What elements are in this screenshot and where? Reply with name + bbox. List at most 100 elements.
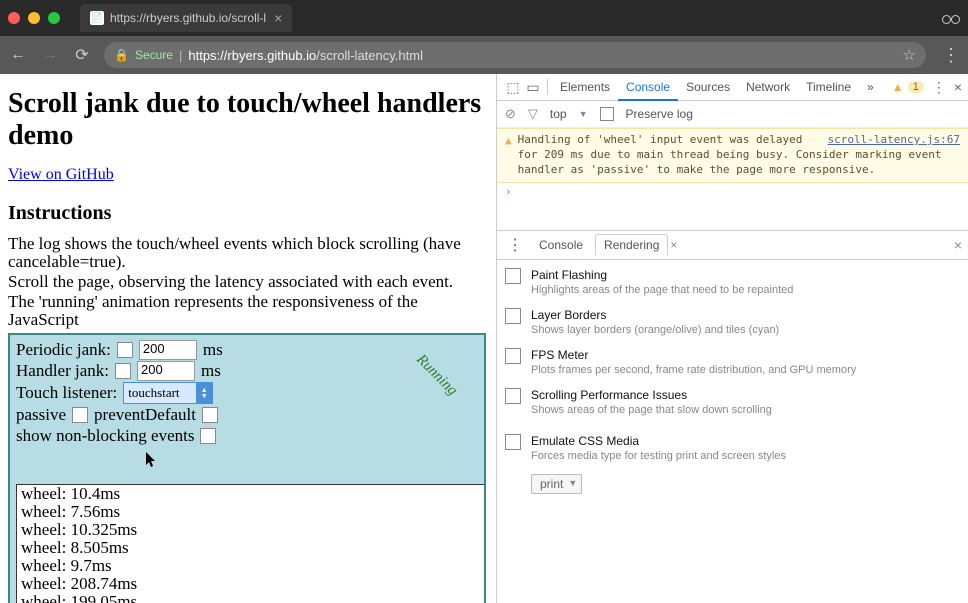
scrolling-issues-label: Scrolling Performance Issues [531, 388, 772, 402]
url-divider: | [179, 48, 182, 63]
periodic-jank-checkbox[interactable] [117, 342, 133, 358]
drawer-tab-console[interactable]: Console [531, 234, 591, 256]
address-bar[interactable]: 🔒 Secure | https://rbyers.github.io/scro… [104, 42, 926, 68]
tab-close-button[interactable]: × [274, 10, 282, 26]
drawer-menu-button[interactable]: ⋮ [507, 235, 523, 255]
layer-borders-desc: Shows layer borders (orange/olive) and t… [531, 324, 779, 336]
ms-label: ms [203, 340, 223, 360]
scrolling-issues-checkbox[interactable] [505, 388, 521, 404]
minimize-window-button[interactable] [28, 12, 40, 24]
context-selector[interactable]: top [550, 107, 567, 121]
show-nonblocking-label: show non-blocking events [16, 426, 194, 446]
passive-label: passive [16, 405, 66, 425]
close-window-button[interactable] [8, 12, 20, 24]
tab-network[interactable]: Network [738, 75, 798, 99]
page-content: Scroll jank due to touch/wheel handlers … [0, 74, 496, 603]
chevron-down-icon: ▼ [568, 478, 577, 488]
log-line: wheel: 10.4ms [21, 485, 483, 503]
preventdefault-checkbox[interactable] [202, 407, 218, 423]
paint-flashing-desc: Highlights areas of the page that need t… [531, 284, 793, 296]
tabs-overflow-icon[interactable]: » [859, 75, 882, 99]
console-prompt[interactable]: › [497, 183, 968, 200]
tab-elements[interactable]: Elements [552, 75, 618, 99]
console-filter-bar: ⊘ ▽ top ▼ Preserve log [497, 101, 968, 128]
preserve-log-checkbox[interactable] [600, 107, 614, 121]
layer-borders-label: Layer Borders [531, 308, 779, 322]
log-line: wheel: 199.05ms [21, 593, 483, 603]
instructions-line: The 'running' animation represents the r… [8, 293, 488, 329]
console-source-link[interactable]: scroll-latency.js:67 [828, 133, 960, 148]
log-line: wheel: 7.56ms [21, 503, 483, 521]
paint-flashing-checkbox[interactable] [505, 268, 521, 284]
instructions-heading: Instructions [8, 202, 488, 225]
inspect-element-icon[interactable]: ⬚ [503, 79, 523, 96]
touch-listener-select[interactable]: touchstart ▲▼ [123, 382, 213, 404]
browser-tab[interactable]: 📄 https://rbyers.github.io/scroll-l × [80, 4, 292, 32]
periodic-jank-label: Periodic jank: [16, 340, 111, 360]
emulate-css-media-checkbox[interactable] [505, 434, 521, 450]
tab-sources[interactable]: Sources [678, 75, 738, 99]
instructions-line: Scroll the page, observing the latency a… [8, 273, 488, 291]
periodic-jank-input[interactable]: 200 [139, 340, 197, 360]
fps-meter-checkbox[interactable] [505, 348, 521, 364]
drawer-tabbar: ⋮ Console Rendering × × [497, 231, 968, 260]
filter-icon[interactable]: ▽ [528, 106, 538, 122]
github-link[interactable]: View on GitHub [8, 166, 114, 183]
browser-menu-button[interactable]: ⋮ [942, 45, 960, 66]
tab-title: https://rbyers.github.io/scroll-l [110, 11, 266, 25]
fps-meter-label: FPS Meter [531, 348, 856, 362]
separator [547, 79, 548, 95]
show-nonblocking-checkbox[interactable] [200, 428, 216, 444]
page-title: Scroll jank due to touch/wheel handlers … [8, 88, 488, 152]
devtools-close-button[interactable]: × [954, 79, 962, 95]
emulate-css-media-desc: Forces media type for testing print and … [531, 450, 786, 462]
devtools-drawer: ⋮ Console Rendering × × Paint Flashing H… [497, 230, 968, 603]
rendering-panel: Paint Flashing Highlights areas of the p… [497, 260, 968, 603]
maximize-window-button[interactable] [48, 12, 60, 24]
tab-timeline[interactable]: Timeline [798, 75, 859, 99]
url-text: https://rbyers.github.io/scroll-latency.… [188, 48, 423, 63]
reload-button[interactable]: ⟳ [72, 45, 92, 65]
log-line: wheel: 9.7ms [21, 557, 483, 575]
layer-borders-checkbox[interactable] [505, 308, 521, 324]
warning-icon: ▲ [505, 134, 512, 178]
paint-flashing-label: Paint Flashing [531, 268, 793, 282]
toolbar: ← → ⟳ 🔒 Secure | https://rbyers.github.i… [0, 36, 968, 74]
bookmark-star-icon[interactable]: ☆ [903, 46, 916, 64]
drawer-close-button[interactable]: × [954, 237, 962, 253]
lock-icon: 🔒 [114, 48, 129, 62]
drawer-tab-rendering[interactable]: Rendering [595, 234, 668, 256]
forward-button[interactable]: → [40, 46, 60, 64]
emulate-css-media-label: Emulate CSS Media [531, 434, 786, 448]
scrolling-issues-desc: Shows areas of the page that slow down s… [531, 404, 772, 416]
warning-badge[interactable]: ▲ 1 [892, 80, 924, 94]
log-line: wheel: 10.325ms [21, 521, 483, 539]
drawer-tab-close-icon[interactable]: × [670, 238, 677, 252]
clear-console-icon[interactable]: ⊘ [505, 106, 516, 122]
preventdefault-label: preventDefault [94, 405, 196, 425]
warning-icon: ▲ [892, 80, 904, 94]
handler-jank-checkbox[interactable] [115, 363, 131, 379]
back-button[interactable]: ← [8, 46, 28, 64]
preserve-log-label: Preserve log [626, 107, 693, 121]
handler-jank-label: Handler jank: [16, 361, 109, 381]
content-split: Scroll jank due to touch/wheel handlers … [0, 74, 968, 603]
log-line: wheel: 208.74ms [21, 575, 483, 593]
log-line: wheel: 8.505ms [21, 539, 483, 557]
css-media-select[interactable]: print ▼ [531, 474, 582, 494]
tab-favicon: 📄 [90, 11, 104, 25]
event-log[interactable]: wheel: 10.4ms wheel: 7.56ms wheel: 10.32… [16, 484, 486, 603]
secure-label: Secure [135, 48, 173, 62]
ms-label: ms [201, 361, 221, 381]
touch-listener-label: Touch listener: [16, 383, 117, 403]
demo-panel: Periodic jank: 200 ms Handler jank: 200 … [8, 333, 486, 603]
devtools-tabbar: ⬚ ▭ Elements Console Sources Network Tim… [497, 74, 968, 101]
window-titlebar: 📄 https://rbyers.github.io/scroll-l × [0, 0, 968, 36]
devtools-panel: ⬚ ▭ Elements Console Sources Network Tim… [496, 74, 968, 603]
passive-checkbox[interactable] [72, 407, 88, 423]
device-toggle-icon[interactable]: ▭ [523, 79, 543, 96]
console-warning-row[interactable]: ▲ scroll-latency.js:67 Handling of 'whee… [497, 128, 968, 183]
handler-jank-input[interactable]: 200 [137, 361, 195, 381]
tab-console[interactable]: Console [618, 75, 678, 101]
devtools-menu-button[interactable]: ⋮ [932, 79, 946, 96]
